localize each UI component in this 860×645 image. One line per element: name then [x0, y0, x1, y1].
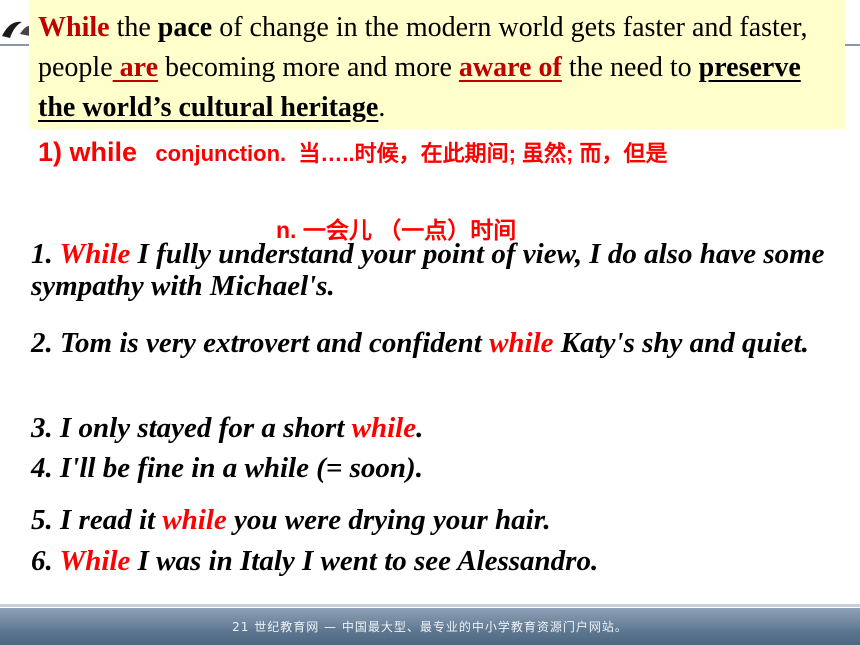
intro-text-1: the	[109, 12, 158, 43]
example-text: I was in Italy I went to see Alessandro.	[130, 545, 599, 577]
example-keyword: while	[351, 412, 417, 444]
example-keyword: While	[59, 238, 131, 270]
example-keyword: while	[489, 327, 554, 359]
keyword-pace: pace	[157, 12, 213, 43]
footer-text: 21 世纪教育网 — 中国最大型、最专业的中小学教育资源门户网站。	[232, 620, 628, 634]
example-text: 2. Tom is very extrovert and confident	[31, 327, 490, 359]
keyword-aware-of: aware of	[458, 52, 562, 83]
footer-banner: 21 世纪教育网 — 中国最大型、最专业的中小学教育资源门户网站。	[0, 608, 860, 645]
example-sentence-5: 5. I read it while you were drying your …	[31, 500, 851, 540]
example-text: I fully understand your point of view, I…	[31, 238, 825, 302]
intro-sentence: While the pace of change in the modern w…	[38, 8, 838, 128]
example-text: Katy's shy and quiet.	[553, 327, 809, 359]
example-text: you were drying your hair.	[226, 504, 551, 536]
example-sentence-6: 6. While I was in Italy I went to see Al…	[31, 541, 851, 581]
example-sentence-3: 3. I only stayed for a short while.	[31, 408, 851, 448]
example-text: 3. I only stayed for a short	[31, 412, 352, 444]
intro-text-5: .	[378, 92, 386, 123]
example-sentence-1: 1. While I fully understand your point o…	[31, 238, 851, 302]
definition-line: 1) while conjunction. 当…..时候，在此期间; 虽然; 而…	[38, 136, 848, 170]
keyword-are: are	[112, 52, 158, 83]
keyword-while: While	[38, 12, 110, 43]
definition-meanings: 当…..时候，在此期间; 虽然; 而，但是	[298, 141, 668, 166]
definition-pos: conjunction.	[155, 141, 287, 166]
example-text: 4. I'll be fine in a while (= soon).	[31, 452, 423, 484]
definition-headword: 1) while	[38, 137, 138, 167]
footer-stripe	[0, 604, 860, 607]
example-text: .	[416, 412, 424, 444]
example-sentence-4: 4. I'll be fine in a while (= soon).	[31, 448, 851, 488]
example-sentence-2: 2. Tom is very extrovert and confident w…	[31, 323, 851, 363]
example-keyword: While	[59, 545, 131, 577]
example-text: 5. I read it	[31, 504, 163, 536]
intro-text-4: the need to	[561, 52, 699, 83]
example-text: 6.	[31, 545, 60, 577]
header-edge-line-right	[845, 44, 860, 46]
example-text: 1.	[31, 238, 60, 270]
header-edge-line	[0, 44, 30, 46]
example-keyword: while	[162, 504, 227, 536]
intro-text-3: becoming more and more	[158, 52, 459, 83]
